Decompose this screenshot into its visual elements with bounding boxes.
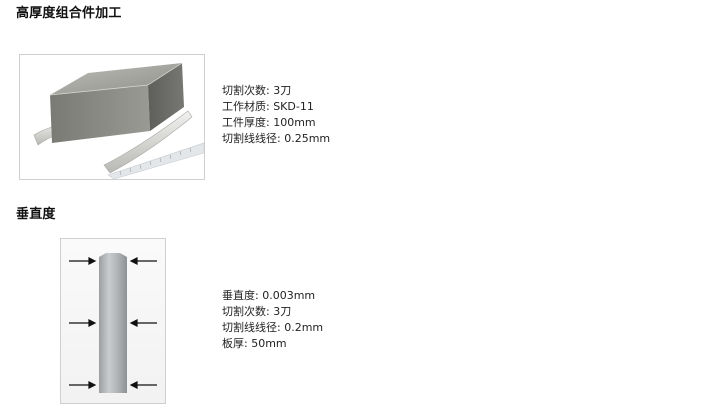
thick-workpiece-photo [19, 54, 205, 180]
perpendicularity-pin-photo [60, 238, 166, 404]
section-title-thick-assembly: 高厚度组合件加工 [16, 6, 122, 21]
spec-cut-count: 切割次数: 3刀 [222, 84, 292, 97]
thick-workpiece-illustration [20, 55, 204, 179]
spec-plate-thickness: 板厚: 50mm [222, 337, 287, 350]
spec-workpiece-thickness: 工件厚度: 100mm [222, 116, 316, 129]
section-title-perpendicularity: 垂直度 [16, 207, 56, 222]
perpendicularity-spec-list: 垂直度: 0.003mm 切割次数: 3刀 切割线线径: 0.2mm 板厚: 5… [222, 288, 323, 352]
spec-cut-count: 切割次数: 3刀 [222, 305, 292, 318]
thick-assembly-spec-list: 切割次数: 3刀 工作材质: SKD-11 工件厚度: 100mm 切割线线径:… [222, 83, 330, 147]
spec-wire-diameter: 切割线线径: 0.2mm [222, 321, 324, 334]
perpendicularity-illustration [61, 239, 165, 403]
spec-wire-diameter: 切割线线径: 0.25mm [222, 132, 331, 145]
spec-perpendicularity: 垂直度: 0.003mm [222, 289, 316, 302]
spec-material: 工作材质: SKD-11 [222, 100, 314, 113]
